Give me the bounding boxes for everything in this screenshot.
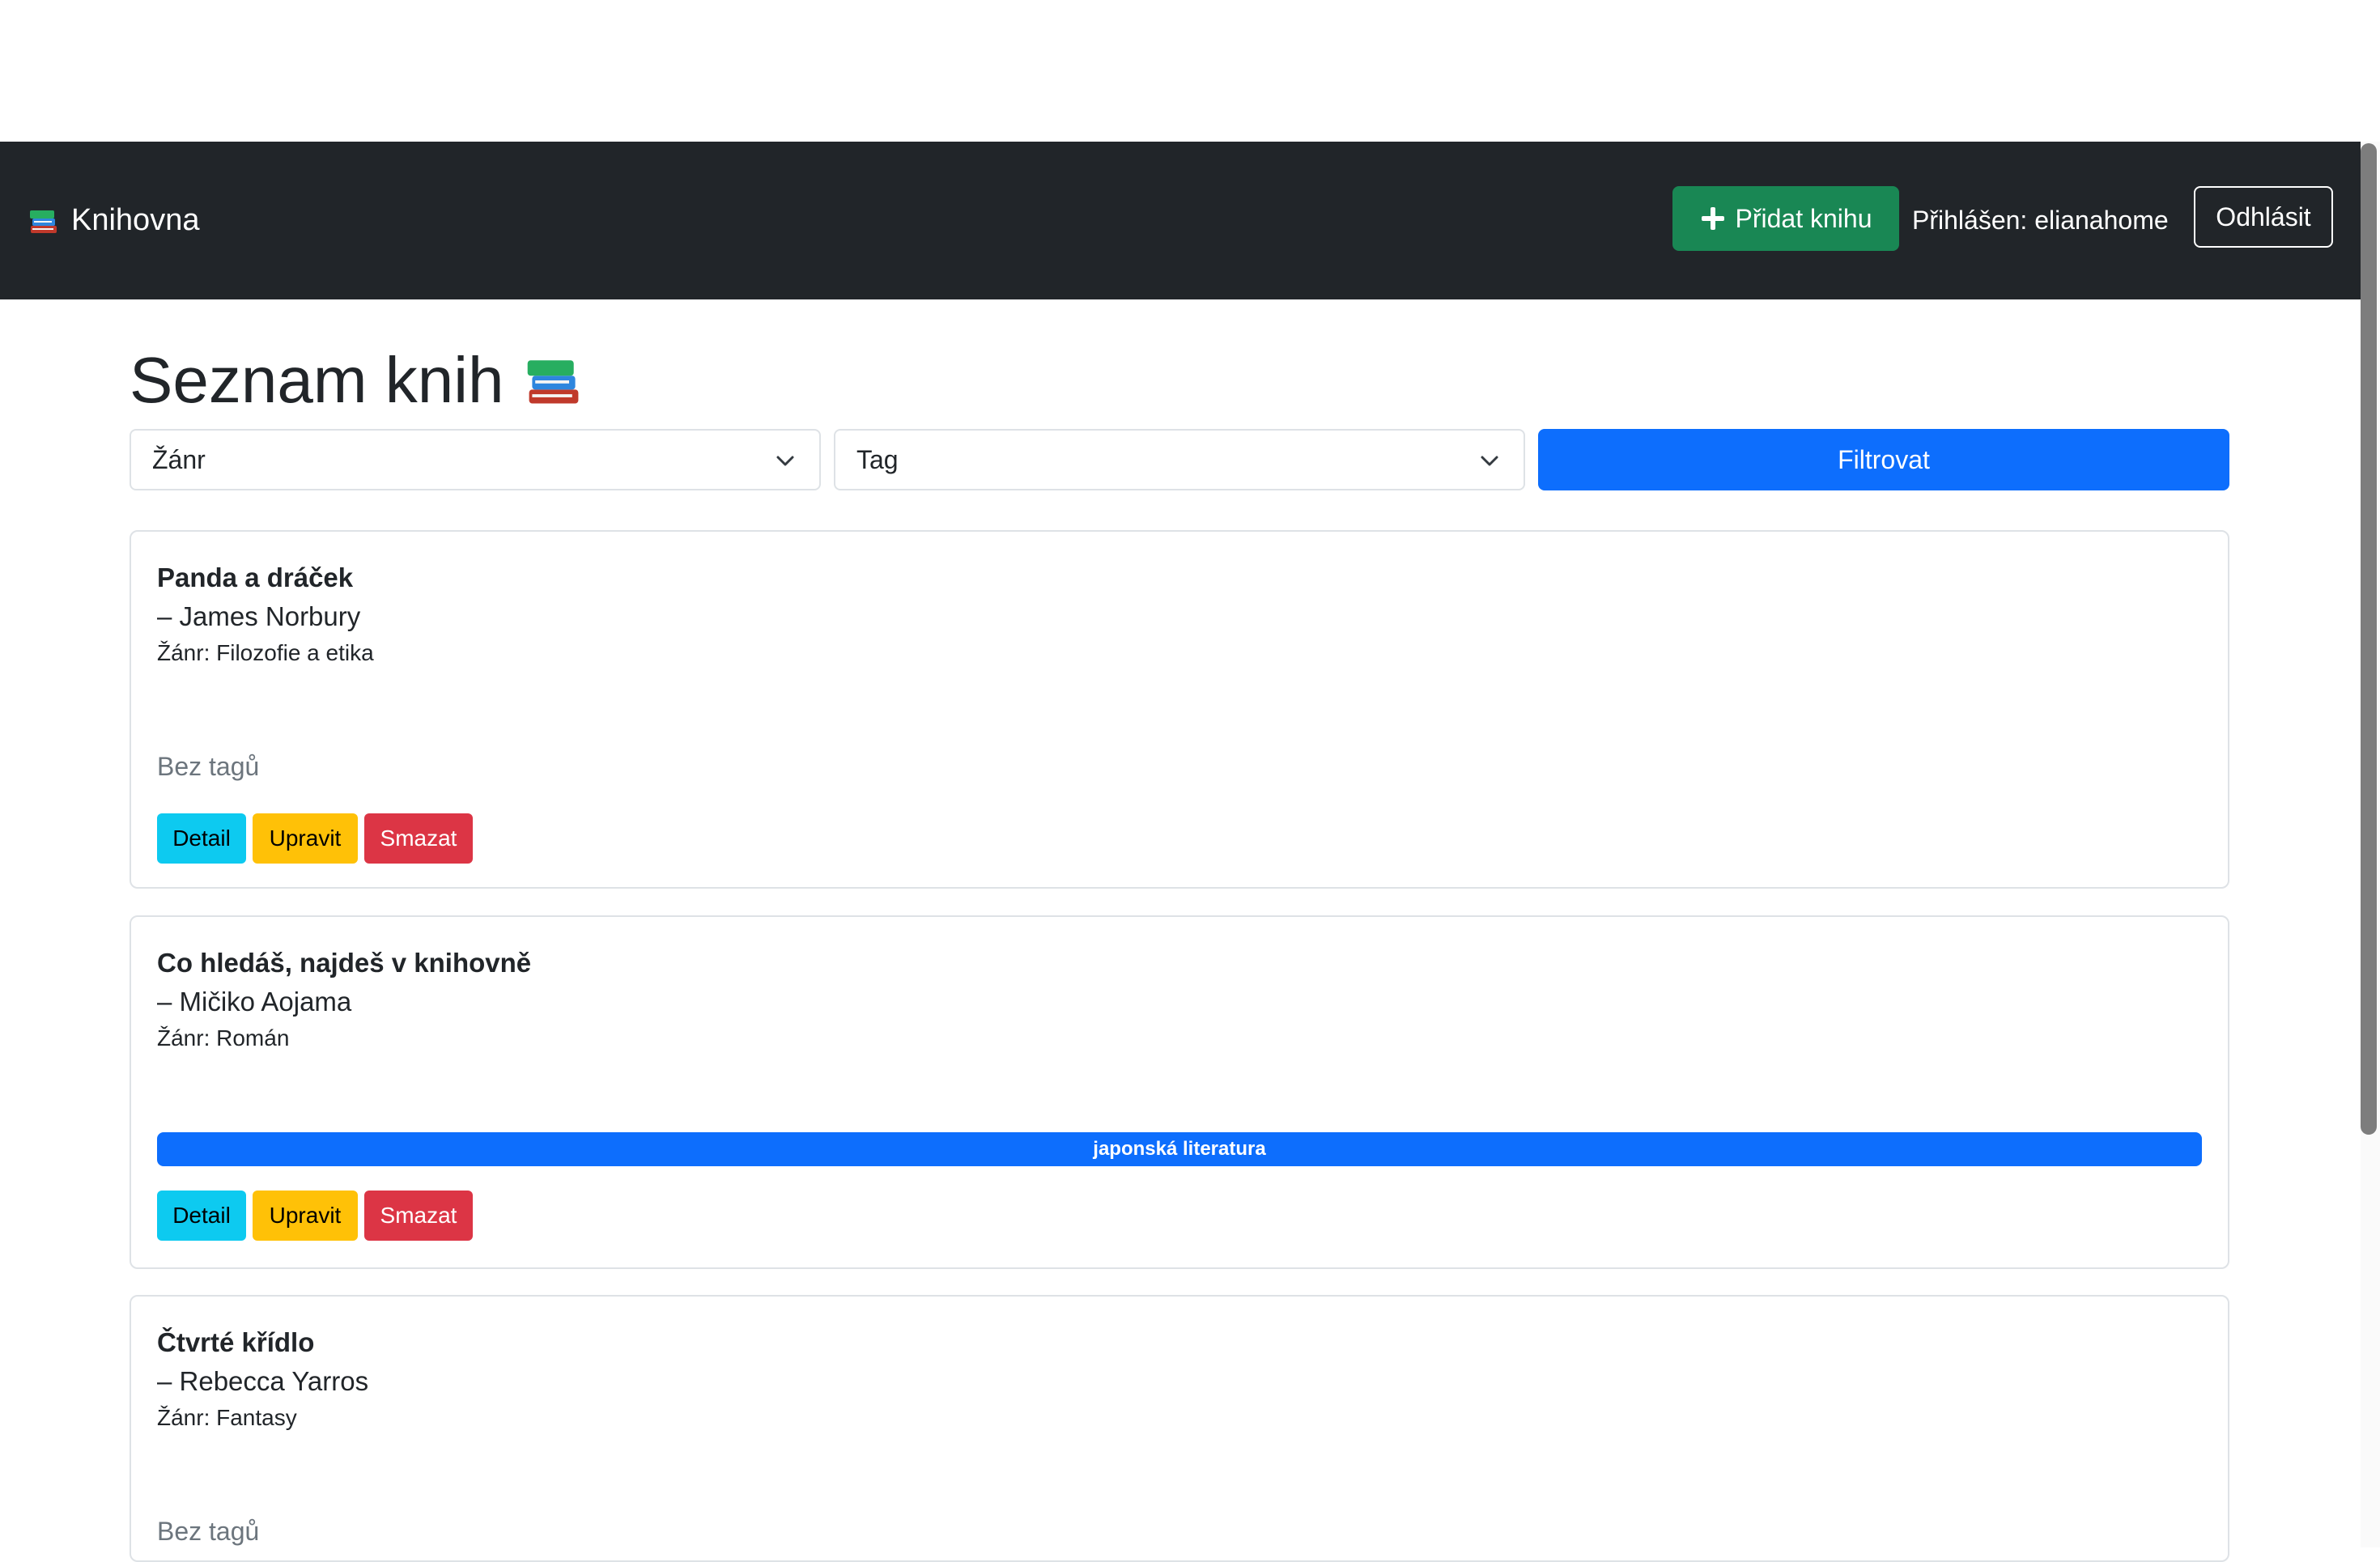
tag-select-value: Tag: [856, 444, 899, 474]
tag-badge[interactable]: japonská literatura: [157, 1132, 2202, 1166]
book-title: Co hledáš, najdeš v knihovně: [157, 948, 532, 978]
add-book-button[interactable]: Přidat knihu: [1672, 186, 1899, 251]
book-author: – Rebecca Yarros: [157, 1366, 369, 1396]
navbar-brand[interactable]: Knihovna: [28, 142, 199, 299]
chevron-down-icon: [774, 448, 797, 471]
top-blank-area: [0, 0, 2380, 142]
brand-label: Knihovna: [71, 203, 200, 237]
book-title: Čtvrté křídlo: [157, 1327, 315, 1357]
book-actions: Detail Upravit Smazat: [157, 813, 473, 864]
no-tags-text: Bez tagů: [157, 752, 260, 781]
navbar: Knihovna Přidat knihu Přihlášen: elianah…: [0, 142, 2361, 299]
book-genre: Žánr: Filozofie a etika: [157, 640, 374, 665]
logged-in-user: Přihlášen: elianahome: [1912, 206, 2169, 235]
edit-button[interactable]: Upravit: [253, 813, 358, 864]
book-genre: Žánr: Fantasy: [157, 1405, 297, 1430]
page-title: Seznam knih: [130, 340, 584, 421]
filter-button[interactable]: Filtrovat: [1538, 429, 2229, 490]
book-author: – James Norbury: [157, 601, 361, 631]
book-author: – Mičiko Aojama: [157, 987, 352, 1017]
delete-button[interactable]: Smazat: [364, 813, 473, 864]
logout-button[interactable]: Odhlásit: [2194, 186, 2333, 248]
edit-button[interactable]: Upravit: [253, 1191, 358, 1241]
plus-icon: [1700, 206, 1726, 231]
tag-select[interactable]: Tag: [834, 429, 1525, 490]
book-actions: Detail Upravit Smazat: [157, 1191, 473, 1241]
books-icon: [28, 205, 60, 237]
detail-button[interactable]: Detail: [157, 813, 246, 864]
book-title: Panda a dráček: [157, 562, 354, 592]
genre-select[interactable]: Žánr: [130, 429, 821, 490]
book-card: Čtvrté křídlo – Rebecca Yarros Žánr: Fan…: [130, 1295, 2229, 1562]
book-genre: Žánr: Román: [157, 1025, 290, 1051]
filter-label: Filtrovat: [1838, 444, 1930, 474]
logout-label: Odhlásit: [2216, 202, 2311, 231]
scrollbar-thumb[interactable]: [2361, 143, 2377, 1135]
add-book-label: Přidat knihu: [1735, 203, 1872, 233]
no-tags-text: Bez tagů: [157, 1517, 260, 1546]
books-icon: [523, 350, 584, 411]
chevron-down-icon: [1478, 448, 1501, 471]
book-card: Co hledáš, najdeš v knihovně – Mičiko Ao…: [130, 915, 2229, 1269]
delete-button[interactable]: Smazat: [364, 1191, 473, 1241]
genre-select-value: Žánr: [152, 444, 206, 474]
page-title-text: Seznam knih: [130, 344, 504, 416]
book-card: Panda a dráček – James Norbury Žánr: Fil…: [130, 530, 2229, 889]
detail-button[interactable]: Detail: [157, 1191, 246, 1241]
